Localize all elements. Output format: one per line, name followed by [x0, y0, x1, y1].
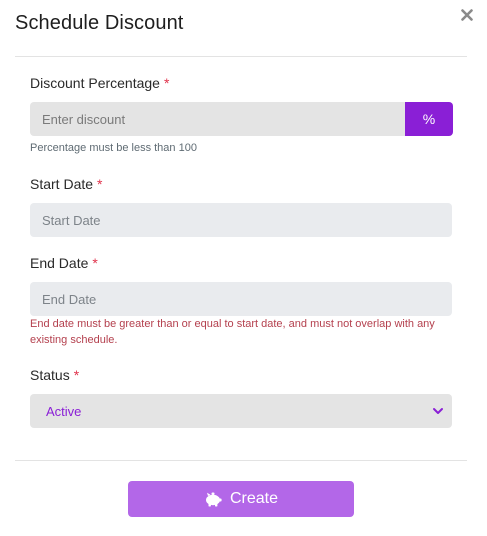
chevron-down-icon	[433, 408, 443, 414]
piggy-bank-icon	[205, 492, 222, 507]
header-divider	[15, 56, 467, 57]
modal-title: Schedule Discount	[15, 12, 184, 34]
required-mark: *	[163, 75, 170, 91]
create-button[interactable]: Create	[128, 481, 354, 517]
start-date-label: Start Date *	[30, 176, 103, 192]
status-label: Status *	[30, 367, 80, 383]
close-icon	[461, 9, 473, 21]
close-button[interactable]	[458, 6, 476, 24]
required-mark: *	[73, 367, 80, 383]
end-date-input[interactable]	[30, 282, 452, 316]
discount-input-wrapper	[30, 102, 405, 136]
discount-input[interactable]	[30, 102, 405, 136]
discount-input-group: %	[30, 102, 453, 136]
discount-label: Discount Percentage *	[30, 75, 170, 91]
start-date-input[interactable]	[30, 203, 452, 237]
percent-addon: %	[405, 102, 453, 136]
start-date-field	[30, 203, 452, 237]
schedule-discount-modal: Schedule Discount Discount Percentage* %…	[0, 0, 487, 536]
status-select[interactable]: Active	[30, 394, 452, 428]
footer-divider	[15, 460, 467, 461]
end-date-field	[30, 282, 452, 316]
required-mark: *	[92, 255, 98, 271]
end-date-label: End Date *	[30, 255, 98, 271]
required-mark: *	[97, 176, 103, 192]
create-button-label: Create	[229, 490, 279, 507]
discount-help-text: Percentage must be less than 100	[30, 142, 197, 154]
end-date-error: End date must be greater than or equal t…	[30, 318, 435, 346]
status-selected-value: Active	[46, 403, 82, 419]
